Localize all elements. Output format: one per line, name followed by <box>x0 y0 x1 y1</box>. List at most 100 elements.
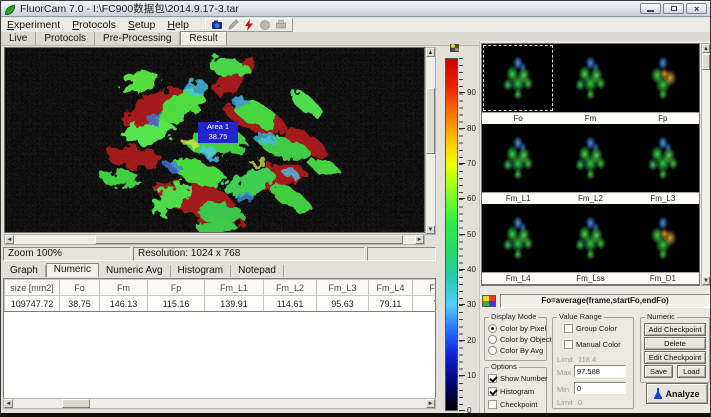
thumbnail-fm-l4[interactable] <box>482 204 554 272</box>
radio-color-by-pixel[interactable]: Color by Pixel <box>488 324 546 333</box>
radio-color-by-object[interactable]: Color by Object <box>488 335 552 344</box>
tab-live[interactable]: Live <box>1 32 36 45</box>
add-checkpoint-button[interactable]: Add Checkpoint <box>644 323 706 336</box>
palette-icon[interactable] <box>482 295 496 307</box>
min-input[interactable] <box>574 382 626 394</box>
tab-numeric[interactable]: Numeric <box>46 263 99 277</box>
checkbox-obj-calibration: Obj Calibration <box>488 413 550 414</box>
scroll-right-arrow[interactable]: ► <box>415 235 424 244</box>
thumbnail-label: Fm_L3 <box>627 192 699 204</box>
close-button[interactable]: × <box>686 3 707 14</box>
tab-result[interactable]: Result <box>180 31 226 45</box>
col-fm[interactable]: Fm <box>100 280 148 296</box>
col-size[interactable]: size [mm2] <box>5 280 60 296</box>
image-horizontal-scrollbar[interactable]: ◄ ► <box>4 234 425 245</box>
thumbnail-fm-lss[interactable] <box>554 204 626 272</box>
checkbox-histogram[interactable]: Histogram <box>488 387 534 396</box>
col-fp[interactable]: Fp <box>148 280 205 296</box>
tab-numeric-avg[interactable]: Numeric Avg <box>99 265 171 277</box>
scroll-up-arrow[interactable]: ▲ <box>702 44 710 53</box>
image-vertical-scrollbar[interactable]: ▲ ▼ <box>425 47 436 235</box>
menu-help[interactable]: Help <box>161 19 195 31</box>
thumbnail-fo[interactable] <box>482 44 554 112</box>
load-button[interactable]: Load <box>677 365 706 378</box>
radio-color-by-avg[interactable]: Color By Avg <box>488 346 543 355</box>
record-icon <box>259 19 271 31</box>
limit-min-value: 0 <box>578 398 582 407</box>
status-bar: Zoom 100% Resolution: 1024 x 768 <box>3 247 436 261</box>
scroll-right-arrow[interactable]: ► <box>426 399 435 408</box>
scroll-left-arrow[interactable]: ◄ <box>4 399 13 408</box>
thumbnail-fp[interactable] <box>627 44 699 112</box>
checkbox-checkpoint[interactable]: Checkpoint <box>488 400 538 409</box>
radio-icon <box>488 324 497 333</box>
min-label: Min <box>557 385 569 394</box>
thumbnail-label: Fm_L2 <box>554 192 626 204</box>
table-row: 109747.72 38.75 146.13 115.16 139.91 114… <box>5 296 437 312</box>
cell-size: 109747.72 <box>5 296 60 312</box>
checkbox-group-color[interactable]: Group Color <box>564 324 617 333</box>
thumbnail-label: Fm <box>554 112 626 124</box>
area-label: Area 1 <box>198 122 238 132</box>
thumbnail-fm[interactable] <box>554 44 626 112</box>
scroll-thumb[interactable] <box>95 235 403 244</box>
scroll-thumb[interactable] <box>702 54 710 70</box>
analyze-label: Analyze <box>665 389 699 399</box>
analyze-button[interactable]: Analyze <box>646 383 708 404</box>
cell-fm-l2: 114.61 <box>264 296 317 312</box>
frame-thumbnail-grid: Fo Fm Fp Fm_L1 Fm_L2 Fm_L3 Fm_L4 Fm_Lss … <box>481 43 700 286</box>
col-fm-partial[interactable]: Fm_ <box>413 280 437 296</box>
tab-pre-processing[interactable]: Pre-Processing <box>95 32 180 45</box>
checkbox-icon <box>488 413 497 414</box>
flash-icon[interactable] <box>243 19 255 31</box>
area-annotation: Area 1 38.75 <box>198 122 238 143</box>
menu-setup[interactable]: Setup <box>122 19 161 31</box>
checkbox-manual-color[interactable]: Manual Color <box>564 340 621 349</box>
col-fm-l2[interactable]: Fm_L2 <box>264 280 317 296</box>
col-fm-l4[interactable]: Fm_L4 <box>369 280 413 296</box>
scroll-down-arrow[interactable]: ▼ <box>426 225 435 234</box>
tab-graph[interactable]: Graph <box>3 265 46 277</box>
thumbnail-fm-l3[interactable] <box>627 124 699 192</box>
scroll-left-arrow[interactable]: ◄ <box>5 235 14 244</box>
fluorescence-image-viewport[interactable]: Area 1 38.75 <box>4 47 425 233</box>
tab-histogram[interactable]: Histogram <box>171 265 232 277</box>
scroll-down-arrow[interactable]: ▼ <box>702 276 710 285</box>
thumbnail-label: Fm_D1 <box>627 272 699 284</box>
save-button[interactable]: Save <box>644 365 673 378</box>
menu-experiment[interactable]: Experiment <box>1 19 66 31</box>
thumbnail-label: Fm_Lss <box>554 272 626 284</box>
col-fm-l1[interactable]: Fm_L1 <box>205 280 264 296</box>
frame-formula: Fo=average(frame,startFo,endFo) <box>500 294 710 308</box>
minimize-button[interactable] <box>640 3 661 14</box>
cell-fm-l1: 139.91 <box>205 296 264 312</box>
delete-checkpoint-button[interactable]: Delete Checkpoint <box>644 337 706 350</box>
col-fm-l3[interactable]: Fm_L3 <box>317 280 369 296</box>
print-icon <box>275 19 287 31</box>
edit-checkpoint-button[interactable]: Edit Checkpoint <box>644 351 706 364</box>
scroll-thumb[interactable] <box>426 88 435 154</box>
thumbnail-fm-l1[interactable] <box>482 124 554 192</box>
tab-protocols[interactable]: Protocols <box>36 32 95 45</box>
camera-icon[interactable] <box>211 19 223 31</box>
scroll-up-arrow[interactable]: ▲ <box>426 48 435 57</box>
thumbnail-label: Fm_L4 <box>482 272 554 284</box>
radio-label: Color by Pixel <box>500 324 546 333</box>
max-input[interactable] <box>574 365 626 377</box>
cell-fm-partial: 75 <box>413 296 437 312</box>
thumbnail-fm-l2[interactable] <box>554 124 626 192</box>
thumbnail-scrollbar[interactable]: ▲ ▼ <box>701 43 711 286</box>
thumbnail-fm-d1[interactable] <box>627 204 699 272</box>
restore-button[interactable] <box>663 3 684 14</box>
menu-protocols[interactable]: Protocols <box>66 19 122 31</box>
scroll-thumb[interactable] <box>62 399 90 408</box>
checkbox-label: Obj Calibration <box>500 413 550 414</box>
colorbar-settings-icon[interactable] <box>448 41 462 55</box>
tab-notepad[interactable]: Notepad <box>231 265 284 277</box>
table-horizontal-scrollbar[interactable]: ◄ ► <box>3 398 436 409</box>
edit-icon[interactable] <box>227 19 239 31</box>
cell-fo: 38.75 <box>60 296 100 312</box>
col-fo[interactable]: Fo <box>60 280 100 296</box>
thumbnail-label: Fp <box>627 112 699 124</box>
checkbox-show-number[interactable]: Show Number <box>488 374 548 383</box>
